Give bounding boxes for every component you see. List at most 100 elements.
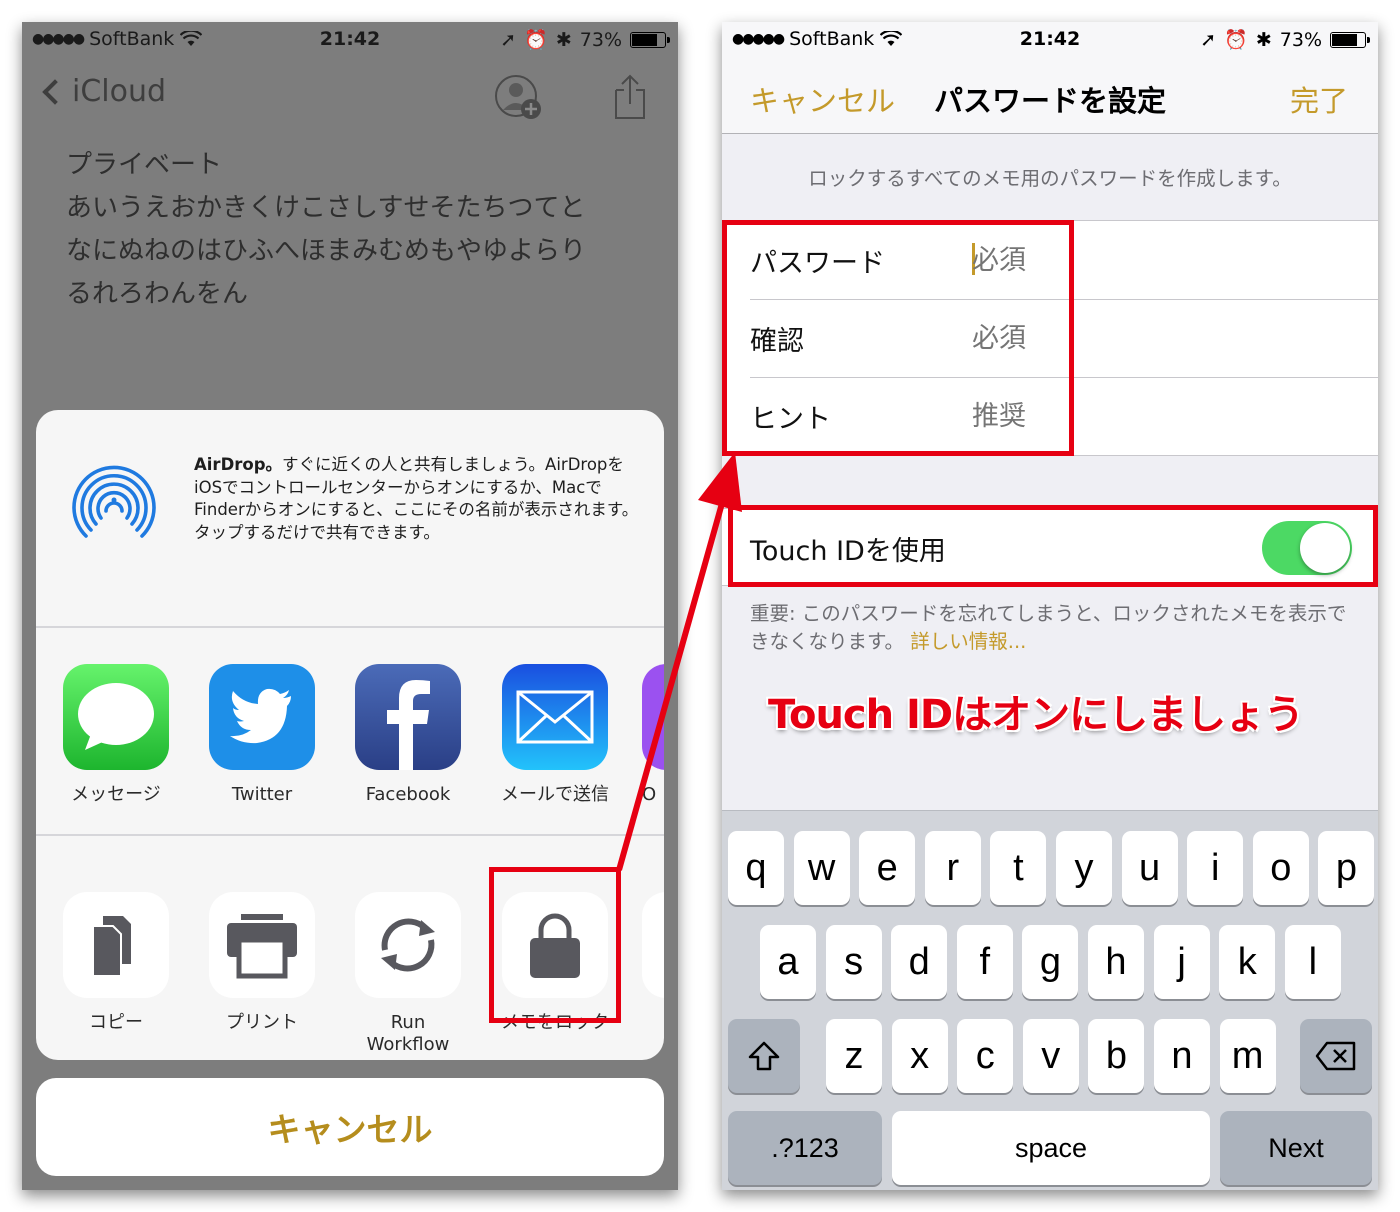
key-r[interactable]: r [924, 831, 981, 905]
note-line: るれろわんをん [66, 279, 249, 309]
key-o[interactable]: o [1252, 831, 1309, 905]
partial-app-icon [642, 664, 664, 770]
page-title: パスワードを設定 [933, 84, 1166, 118]
action-run-workflow[interactable]: Run Workflow [348, 892, 468, 1056]
battery-icon [1330, 31, 1370, 48]
key-v[interactable]: v [1022, 1019, 1079, 1093]
status-bar: ●●●●● SoftBank 21:42 ➚ ⏰ ✱ 73% [22, 22, 678, 60]
print-icon [227, 914, 297, 979]
share-icon[interactable] [612, 74, 648, 120]
mail-icon [516, 690, 594, 744]
section-description: ロックするすべてのメモ用のパスワードを作成します。 [808, 167, 1292, 190]
back-label: iCloud [72, 74, 167, 109]
learn-more-link[interactable]: 詳しい情報... [910, 630, 1026, 653]
key-s[interactable]: s [825, 925, 882, 999]
nav-bar: iCloud [22, 66, 678, 126]
highlight-lock-note [489, 867, 621, 1023]
airdrop-title: AirDrop。 [194, 455, 283, 474]
numbers-key[interactable]: .?123 [728, 1111, 882, 1185]
messages-icon [78, 683, 154, 750]
copy-icon [92, 916, 131, 977]
highlight-touch-id [728, 505, 1378, 587]
backspace-icon [1315, 1041, 1356, 1071]
key-k[interactable]: k [1219, 925, 1276, 999]
warning-text: 重要: このパスワードを忘れてしまうと、ロックされたメモを表示できなくなります。 [750, 602, 1347, 653]
share-app-partial[interactable]: O [642, 664, 664, 806]
right-screen-set-password: ●●●●● SoftBank 21:42 ➚ ⏰ ✱ 73% キャンセル パスワ… [722, 22, 1378, 1190]
nav-bar: キャンセル パスワードを設定 完了 [722, 60, 1378, 134]
share-app-label: Twitter [231, 784, 293, 805]
key-n[interactable]: n [1154, 1019, 1210, 1093]
facebook-icon [387, 680, 430, 770]
action-label: プリント [226, 1012, 298, 1033]
key-h[interactable]: h [1088, 925, 1144, 999]
share-app-label: メールで送信 [501, 784, 609, 805]
share-app-facebook[interactable]: Facebook [348, 664, 468, 806]
key-i[interactable]: i [1187, 831, 1244, 905]
key-c[interactable]: c [957, 1019, 1014, 1093]
key-b[interactable]: b [1088, 1019, 1145, 1093]
airdrop-description: AirDrop。すぐに近くの人と共有しましょう。AirDropをiOSでコントロ… [194, 454, 644, 544]
location-icon: ➚ [500, 28, 517, 51]
bluetooth-icon: ✱ [555, 28, 572, 51]
action-copy[interactable]: コピー [56, 892, 176, 1034]
next-key[interactable]: Next [1220, 1111, 1372, 1185]
share-app-label: メッセージ [71, 784, 161, 805]
battery-percent: 73% [1279, 28, 1322, 51]
warning-note: 重要: このパスワードを忘れてしまうと、ロックされたメモを表示できなくなります。… [750, 600, 1350, 656]
done-button[interactable]: 完了 [1290, 78, 1348, 120]
key-w[interactable]: w [793, 831, 850, 905]
action-label: Run Workflow [366, 1012, 450, 1055]
key-u[interactable]: u [1121, 831, 1178, 905]
status-bar: ●●●●● SoftBank 21:42 ➚ ⏰ ✱ 73% [722, 22, 1378, 60]
battery-percent: 73% [579, 28, 622, 51]
shift-icon [748, 1041, 780, 1071]
share-app-label: Facebook [365, 784, 451, 805]
key-e[interactable]: e [859, 831, 916, 905]
run-workflow-icon [381, 918, 435, 972]
annotation-caption: Touch IDはオンにしましょう [768, 692, 1304, 738]
backspace-key[interactable] [1300, 1019, 1372, 1093]
key-y[interactable]: y [1056, 831, 1112, 905]
share-app-messages[interactable]: メッセージ [56, 664, 176, 806]
twitter-icon [230, 688, 291, 744]
share-apps-row: メッセージ Twitter Facebook メールで送信 O [36, 628, 664, 836]
action-print[interactable]: プリント [202, 892, 322, 1034]
key-x[interactable]: x [891, 1019, 948, 1093]
back-button[interactable]: iCloud [40, 74, 166, 109]
note-body: プライベート あいうえおかきくけこさしすせそたちつてと なにぬねのはひふへほまみ… [66, 144, 586, 316]
note-line: プライベート [66, 150, 223, 180]
action-partial[interactable] [642, 892, 664, 998]
note-line: なにぬねのはひふへほまみむめもやゆよらり [66, 236, 587, 266]
key-l[interactable]: l [1284, 925, 1341, 999]
add-person-icon[interactable] [494, 74, 542, 120]
airdrop-section: AirDrop。すぐに近くの人と共有しましょう。AirDropをiOSでコントロ… [36, 410, 664, 628]
key-f[interactable]: f [956, 925, 1013, 999]
highlight-password-fields [722, 220, 1074, 456]
space-key[interactable]: space [892, 1111, 1210, 1185]
airdrop-icon [72, 465, 156, 538]
key-m[interactable]: m [1219, 1019, 1276, 1093]
alarm-icon: ⏰ [1224, 29, 1248, 51]
key-d[interactable]: d [891, 925, 948, 999]
keyboard: .?123 space Next qwertyuiop asdfghjkl zxcv… [722, 810, 1378, 1190]
battery-icon [630, 31, 670, 48]
share-app-mail[interactable]: メールで送信 [495, 664, 615, 806]
key-j[interactable]: j [1153, 925, 1210, 999]
action-label: コピー [89, 1012, 143, 1033]
bluetooth-icon: ✱ [1255, 28, 1272, 51]
share-app-label: O [642, 784, 657, 805]
key-p[interactable]: p [1318, 831, 1375, 905]
share-app-twitter[interactable]: Twitter [202, 664, 322, 806]
cancel-button[interactable]: キャンセル [36, 1078, 664, 1176]
key-z[interactable]: z [826, 1019, 882, 1093]
note-line: あいうえおかきくけこさしすせそたちつてと [66, 193, 586, 223]
key-g[interactable]: g [1022, 925, 1079, 999]
key-q[interactable]: q [728, 831, 784, 905]
location-icon: ➚ [1200, 28, 1217, 51]
alarm-icon: ⏰ [524, 29, 548, 51]
chevron-left-icon [42, 78, 68, 105]
key-t[interactable]: t [990, 831, 1047, 905]
shift-key[interactable] [728, 1019, 800, 1093]
key-a[interactable]: a [760, 925, 816, 999]
